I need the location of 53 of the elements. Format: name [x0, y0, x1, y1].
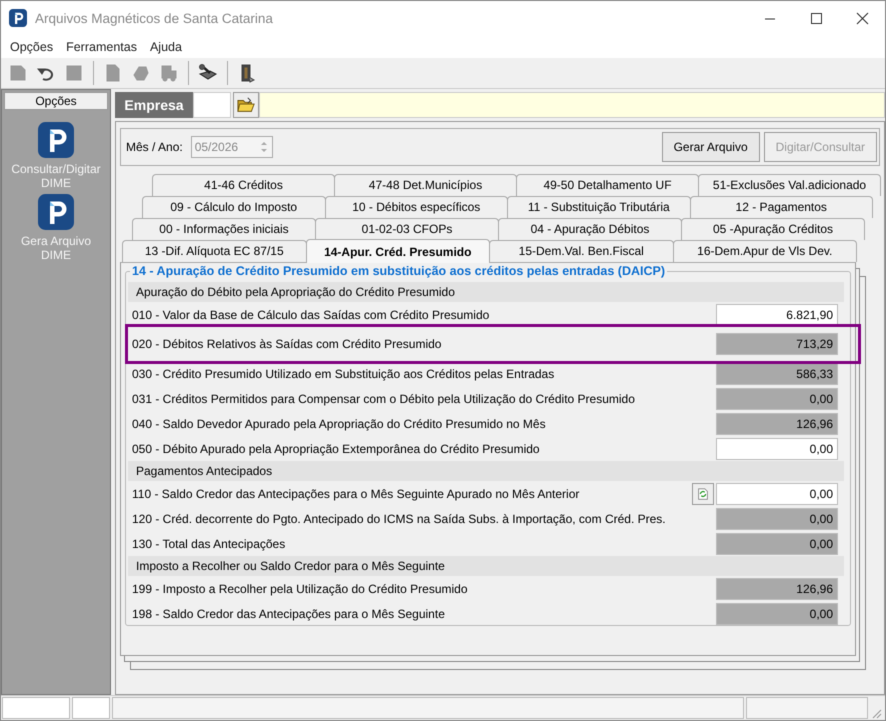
value-field: 0,00	[716, 532, 838, 554]
app-icon[interactable]	[38, 122, 74, 158]
tab[interactable]: 12 - Pagamentos	[690, 196, 873, 218]
value-field: 713,29	[716, 333, 838, 355]
tab[interactable]: 05 -Apuração Créditos	[681, 218, 865, 240]
value-field[interactable]: 0,00	[716, 438, 838, 460]
tab[interactable]: 09 - Cálculo do Imposto	[142, 196, 326, 218]
menu-item[interactable]: Ferramentas	[60, 40, 144, 54]
row-label: 198 - Saldo Credor das Antecipações para o Mês Seguinte	[132, 606, 446, 620]
refresh-icon	[696, 486, 710, 500]
company-name-field[interactable]	[259, 92, 885, 118]
status-panel	[72, 697, 110, 719]
value-field: 586,33	[716, 362, 838, 384]
section-header: Imposto a Recolher ou Saldo Credor para o Mês Seguinte	[128, 556, 844, 576]
value-field: 0,00	[716, 388, 838, 410]
section-header: Apuração do Débito pela Apropriação do Crédito Presumido	[128, 282, 844, 302]
section-header: Pagamentos Antecipados	[128, 461, 844, 481]
tab[interactable]: 14-Apur. Créd. Presumido	[306, 239, 490, 263]
group-title: 14 - Apuração de Crédito Presumido em substituição aos créditos pelas entradas (DAICP)	[130, 264, 668, 278]
value-field: 126,96	[716, 412, 838, 434]
app-icon[interactable]	[38, 194, 74, 230]
row-label: 030 - Crédito Presumido Utilizado em Substituição aos Créditos pelas Entradas	[132, 366, 556, 380]
window-title: Arquivos Magnéticos de Santa Catarina	[35, 10, 273, 26]
open-folder-button[interactable]	[233, 92, 259, 118]
value-field: 0,00	[716, 508, 838, 530]
company-code-field[interactable]	[193, 92, 231, 118]
row-label: 130 - Total das Antecipações	[132, 536, 286, 550]
row-label: 120 - Créd. decorrente do Pgto. Antecipado do ICMS na Saída Subs. à Importação, com Créd. Pres.	[132, 512, 667, 526]
row-label: 010 - Valor da Base de Cálculo das Saídas com Crédito Presumido	[132, 308, 490, 322]
value-field[interactable]: 6.821,90	[716, 304, 838, 326]
tab[interactable]: 51-Exclusões Val.adicionado	[698, 174, 881, 196]
sidebar-header: Opções	[4, 92, 108, 110]
period-label: Mês / Ano:	[126, 140, 183, 154]
tab[interactable]: 13 -Dif. Alíquota EC 87/15	[122, 240, 306, 262]
value-field[interactable]: 0,00	[716, 482, 838, 504]
menu-item[interactable]: Ajuda	[144, 40, 189, 54]
row-label: 050 - Débito Apurado pela Apropriação Extemporânea do Crédito Presumido	[132, 442, 541, 456]
refresh-button[interactable]	[692, 482, 714, 504]
value-field: 0,00	[716, 602, 838, 624]
app-icon	[9, 9, 27, 27]
tab[interactable]: 41-46 Créditos	[152, 174, 335, 196]
tab[interactable]: 00 - Informações iniciais	[132, 218, 316, 240]
row-label: 110 - Saldo Credor das Antecipações para o Mês Seguinte Apurado no Mês Anterior	[132, 486, 580, 500]
action-button[interactable]: Gerar Arquivo	[662, 132, 760, 162]
row-label: 040 - Saldo Devedor Apurado pela Apropriação do Crédito Presumido no Mês	[132, 416, 547, 430]
row-label: 020 - Débitos Relativos às Saídas com Crédito Presumido	[132, 337, 442, 351]
status-panel	[2, 697, 70, 719]
tab[interactable]: 16-Dem.Apur de Vls Dev.	[672, 240, 857, 262]
menu-item[interactable]: Opções	[4, 40, 60, 54]
row-label: 199 - Imposto a Recolher pela Utilização do Crédito Presumido	[132, 582, 469, 596]
company-label: Empresa	[115, 92, 193, 118]
row-label: 031 - Créditos Permitidos para Compensar com o Débito pela Utilização do Crédito Presumido	[132, 392, 636, 406]
value-field: 126,96	[716, 578, 838, 600]
